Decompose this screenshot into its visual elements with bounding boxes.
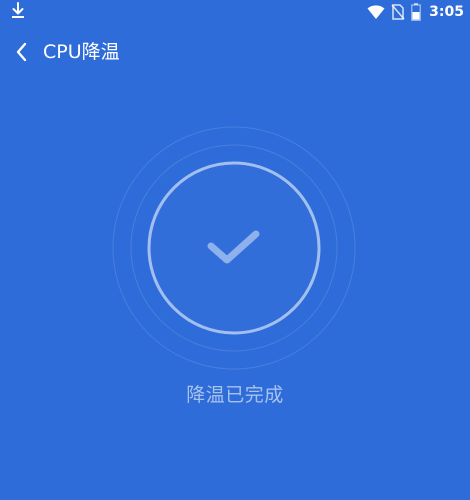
completion-graphic bbox=[112, 126, 356, 370]
cpu-cooling-screen: 3:05 CPU降温 降温已完成 bbox=[0, 0, 470, 500]
result-text: 降温已完成 bbox=[186, 384, 284, 406]
